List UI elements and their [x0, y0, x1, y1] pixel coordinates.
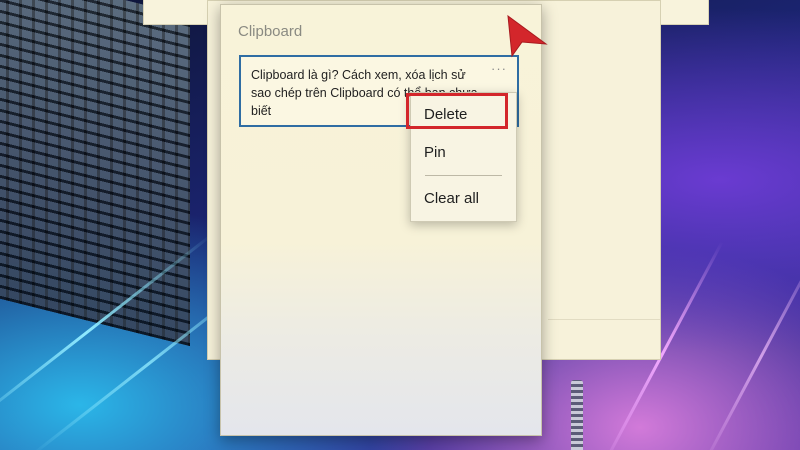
highlight-box: [406, 93, 508, 129]
wallpaper-antenna: [571, 380, 583, 450]
background-window-divider: [548, 319, 660, 320]
wallpaper-building: [0, 0, 190, 347]
more-options-button[interactable]: ···: [491, 61, 507, 76]
menu-item-clear-all[interactable]: Clear all: [424, 190, 479, 207]
red-pointer-arrow-icon: [507, 14, 548, 58]
menu-divider: [425, 175, 502, 176]
menu-item-pin[interactable]: Pin: [424, 144, 446, 161]
panel-title: Clipboard: [238, 23, 303, 40]
wallpaper-light-beam: [698, 241, 800, 450]
